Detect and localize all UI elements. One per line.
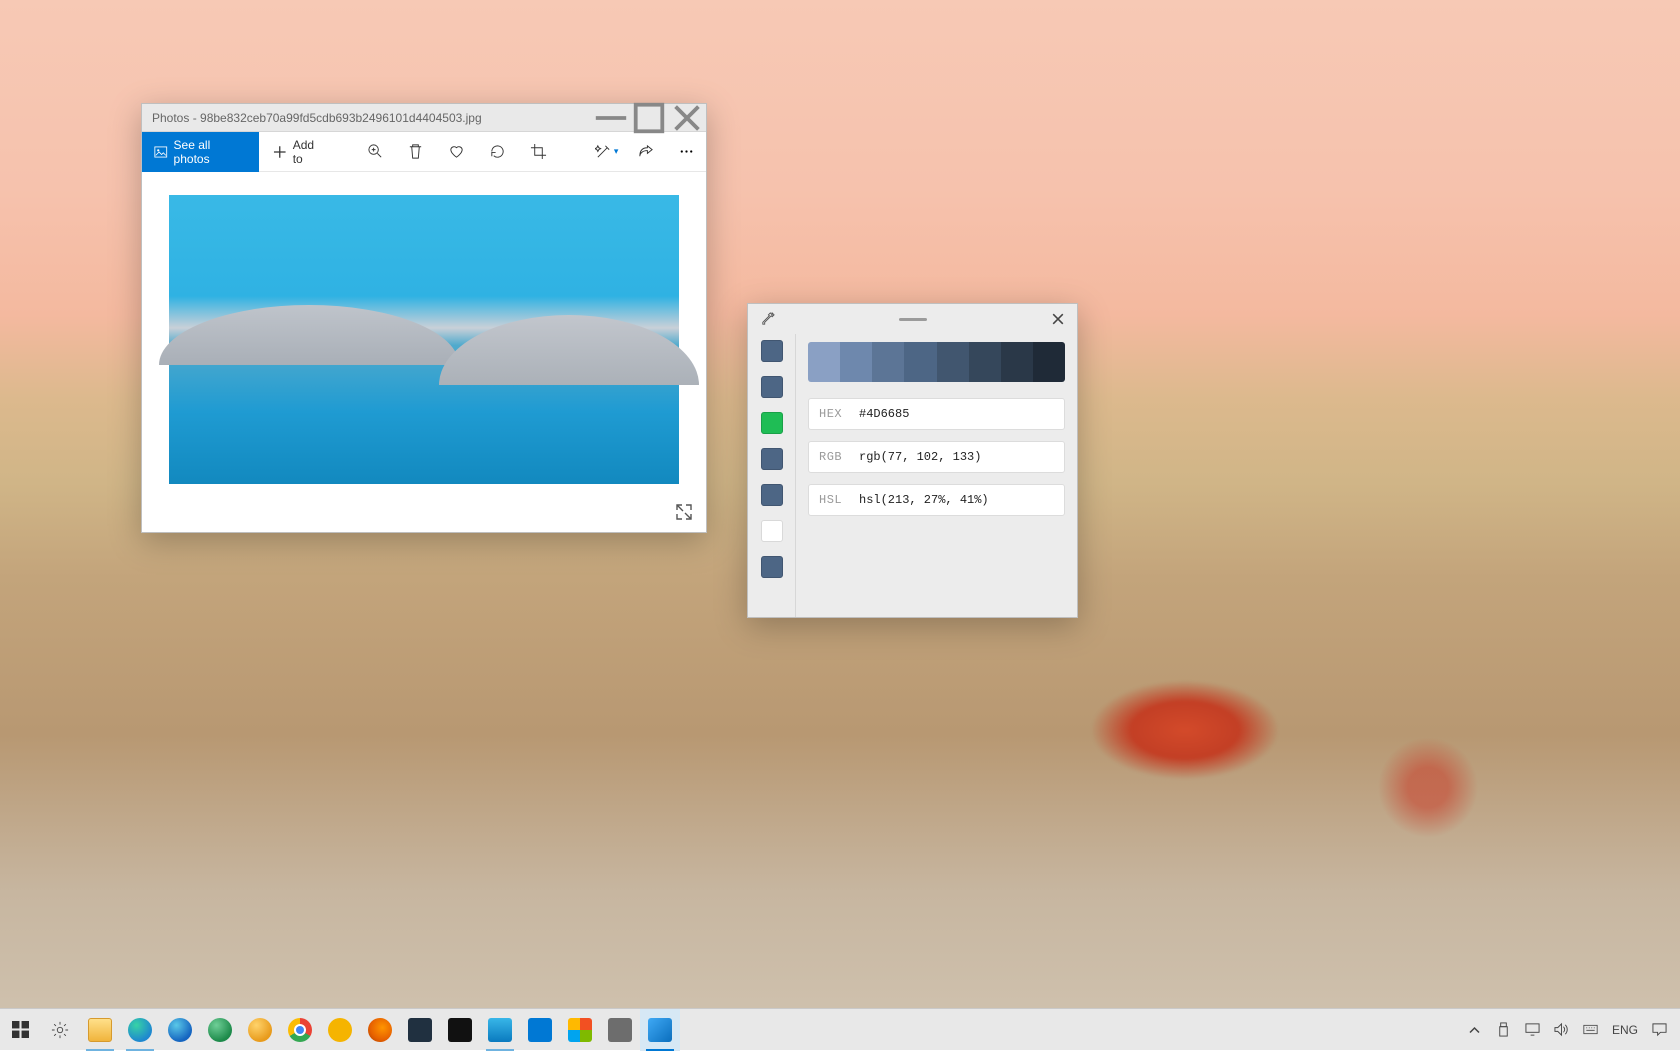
history-swatch[interactable] [761, 448, 783, 470]
hex-label: HEX [809, 407, 859, 421]
mail-button[interactable] [520, 1009, 560, 1051]
tray-volume-icon[interactable] [1547, 1009, 1576, 1051]
minimize-button[interactable] [592, 104, 630, 132]
magic-icon [595, 143, 612, 160]
favorite-button[interactable] [437, 132, 476, 172]
drag-handle[interactable] [786, 318, 1039, 321]
history-swatch[interactable] [761, 484, 783, 506]
more-icon [678, 143, 695, 160]
close-button[interactable] [668, 104, 706, 132]
crop-button[interactable] [519, 132, 558, 172]
rgb-value: rgb(77, 102, 133) [859, 450, 981, 464]
history-swatch[interactable] [761, 520, 783, 542]
camera-button[interactable] [600, 1009, 640, 1051]
rotate-button[interactable] [478, 132, 517, 172]
system-tray: ENG [1460, 1009, 1680, 1051]
edge-dev-button[interactable] [200, 1009, 240, 1051]
taskbar: ENG [0, 1008, 1680, 1050]
zoom-button[interactable] [356, 132, 395, 172]
edit-menu-button[interactable]: ▾ [589, 132, 625, 172]
maximize-button[interactable] [630, 104, 668, 132]
gear-icon [51, 1021, 69, 1039]
shade-gradient[interactable] [808, 342, 1065, 382]
history-swatch[interactable] [761, 376, 783, 398]
photo-viewport[interactable] [169, 195, 679, 484]
close-icon [1052, 313, 1064, 325]
edge-button[interactable] [120, 1009, 160, 1051]
hex-row[interactable]: HEX #4D6685 [808, 398, 1065, 430]
photos-toolbar: See all photos Add to ▾ [142, 132, 706, 172]
share-icon [637, 143, 654, 160]
rgb-label: RGB [809, 450, 859, 464]
heart-icon [448, 143, 465, 160]
color-picker-taskbar-button[interactable] [640, 1009, 680, 1051]
edge-beta-button[interactable] [160, 1009, 200, 1051]
see-all-photos-button[interactable]: See all photos [142, 132, 259, 172]
gallery-icon [154, 145, 168, 159]
windows-icon [12, 1021, 29, 1038]
rgb-row[interactable]: RGB rgb(77, 102, 133) [808, 441, 1065, 473]
eyedropper-button[interactable] [748, 304, 786, 334]
hsl-value: hsl(213, 27%, 41%) [859, 493, 989, 507]
photos-taskbar-button[interactable] [480, 1009, 520, 1051]
photos-window-title: Photos - 98be832ceb70a99fd5cdb693b249610… [142, 111, 592, 125]
more-button[interactable] [667, 132, 706, 172]
chrome-button[interactable] [280, 1009, 320, 1051]
color-picker-titlebar[interactable] [748, 304, 1077, 334]
delete-button[interactable] [397, 132, 436, 172]
settings-button[interactable] [40, 1009, 80, 1051]
history-swatch[interactable] [761, 340, 783, 362]
history-swatch[interactable] [761, 412, 783, 434]
chevron-down-icon: ▾ [614, 146, 619, 157]
rotate-icon [489, 143, 506, 160]
crop-icon [530, 143, 547, 160]
powershell-button[interactable] [400, 1009, 440, 1051]
fullscreen-button[interactable] [674, 502, 696, 524]
eyedropper-icon [760, 312, 775, 327]
start-button[interactable] [0, 1009, 40, 1051]
photos-window: Photos - 98be832ceb70a99fd5cdb693b249610… [141, 103, 707, 533]
tray-usb-icon[interactable] [1489, 1009, 1518, 1051]
action-center-button[interactable] [1645, 1009, 1674, 1051]
cmd-button[interactable] [440, 1009, 480, 1051]
tray-keyboard-icon[interactable] [1576, 1009, 1605, 1051]
expand-icon [674, 502, 694, 522]
tray-language[interactable]: ENG [1605, 1009, 1645, 1051]
tray-overflow-button[interactable] [1460, 1009, 1489, 1051]
see-all-photos-label: See all photos [174, 138, 248, 166]
add-to-button[interactable]: Add to [261, 132, 338, 172]
chrome-canary-button[interactable] [320, 1009, 360, 1051]
hex-value: #4D6685 [859, 407, 909, 421]
plus-icon [273, 145, 287, 159]
store-button[interactable] [560, 1009, 600, 1051]
picker-close-button[interactable] [1039, 304, 1077, 334]
edge-canary-button[interactable] [240, 1009, 280, 1051]
zoom-icon [367, 143, 384, 160]
tray-network-icon[interactable] [1518, 1009, 1547, 1051]
share-button[interactable] [626, 132, 665, 172]
firefox-button[interactable] [360, 1009, 400, 1051]
history-swatch[interactable] [761, 556, 783, 578]
hsl-label: HSL [809, 493, 859, 507]
photos-titlebar[interactable]: Photos - 98be832ceb70a99fd5cdb693b249610… [142, 104, 706, 132]
color-picker-window: HEX #4D6685 RGB rgb(77, 102, 133) HSL hs… [747, 303, 1078, 618]
color-history [748, 334, 796, 617]
hsl-row[interactable]: HSL hsl(213, 27%, 41%) [808, 484, 1065, 516]
file-explorer-button[interactable] [80, 1009, 120, 1051]
trash-icon [407, 143, 424, 160]
add-to-label: Add to [293, 138, 327, 166]
